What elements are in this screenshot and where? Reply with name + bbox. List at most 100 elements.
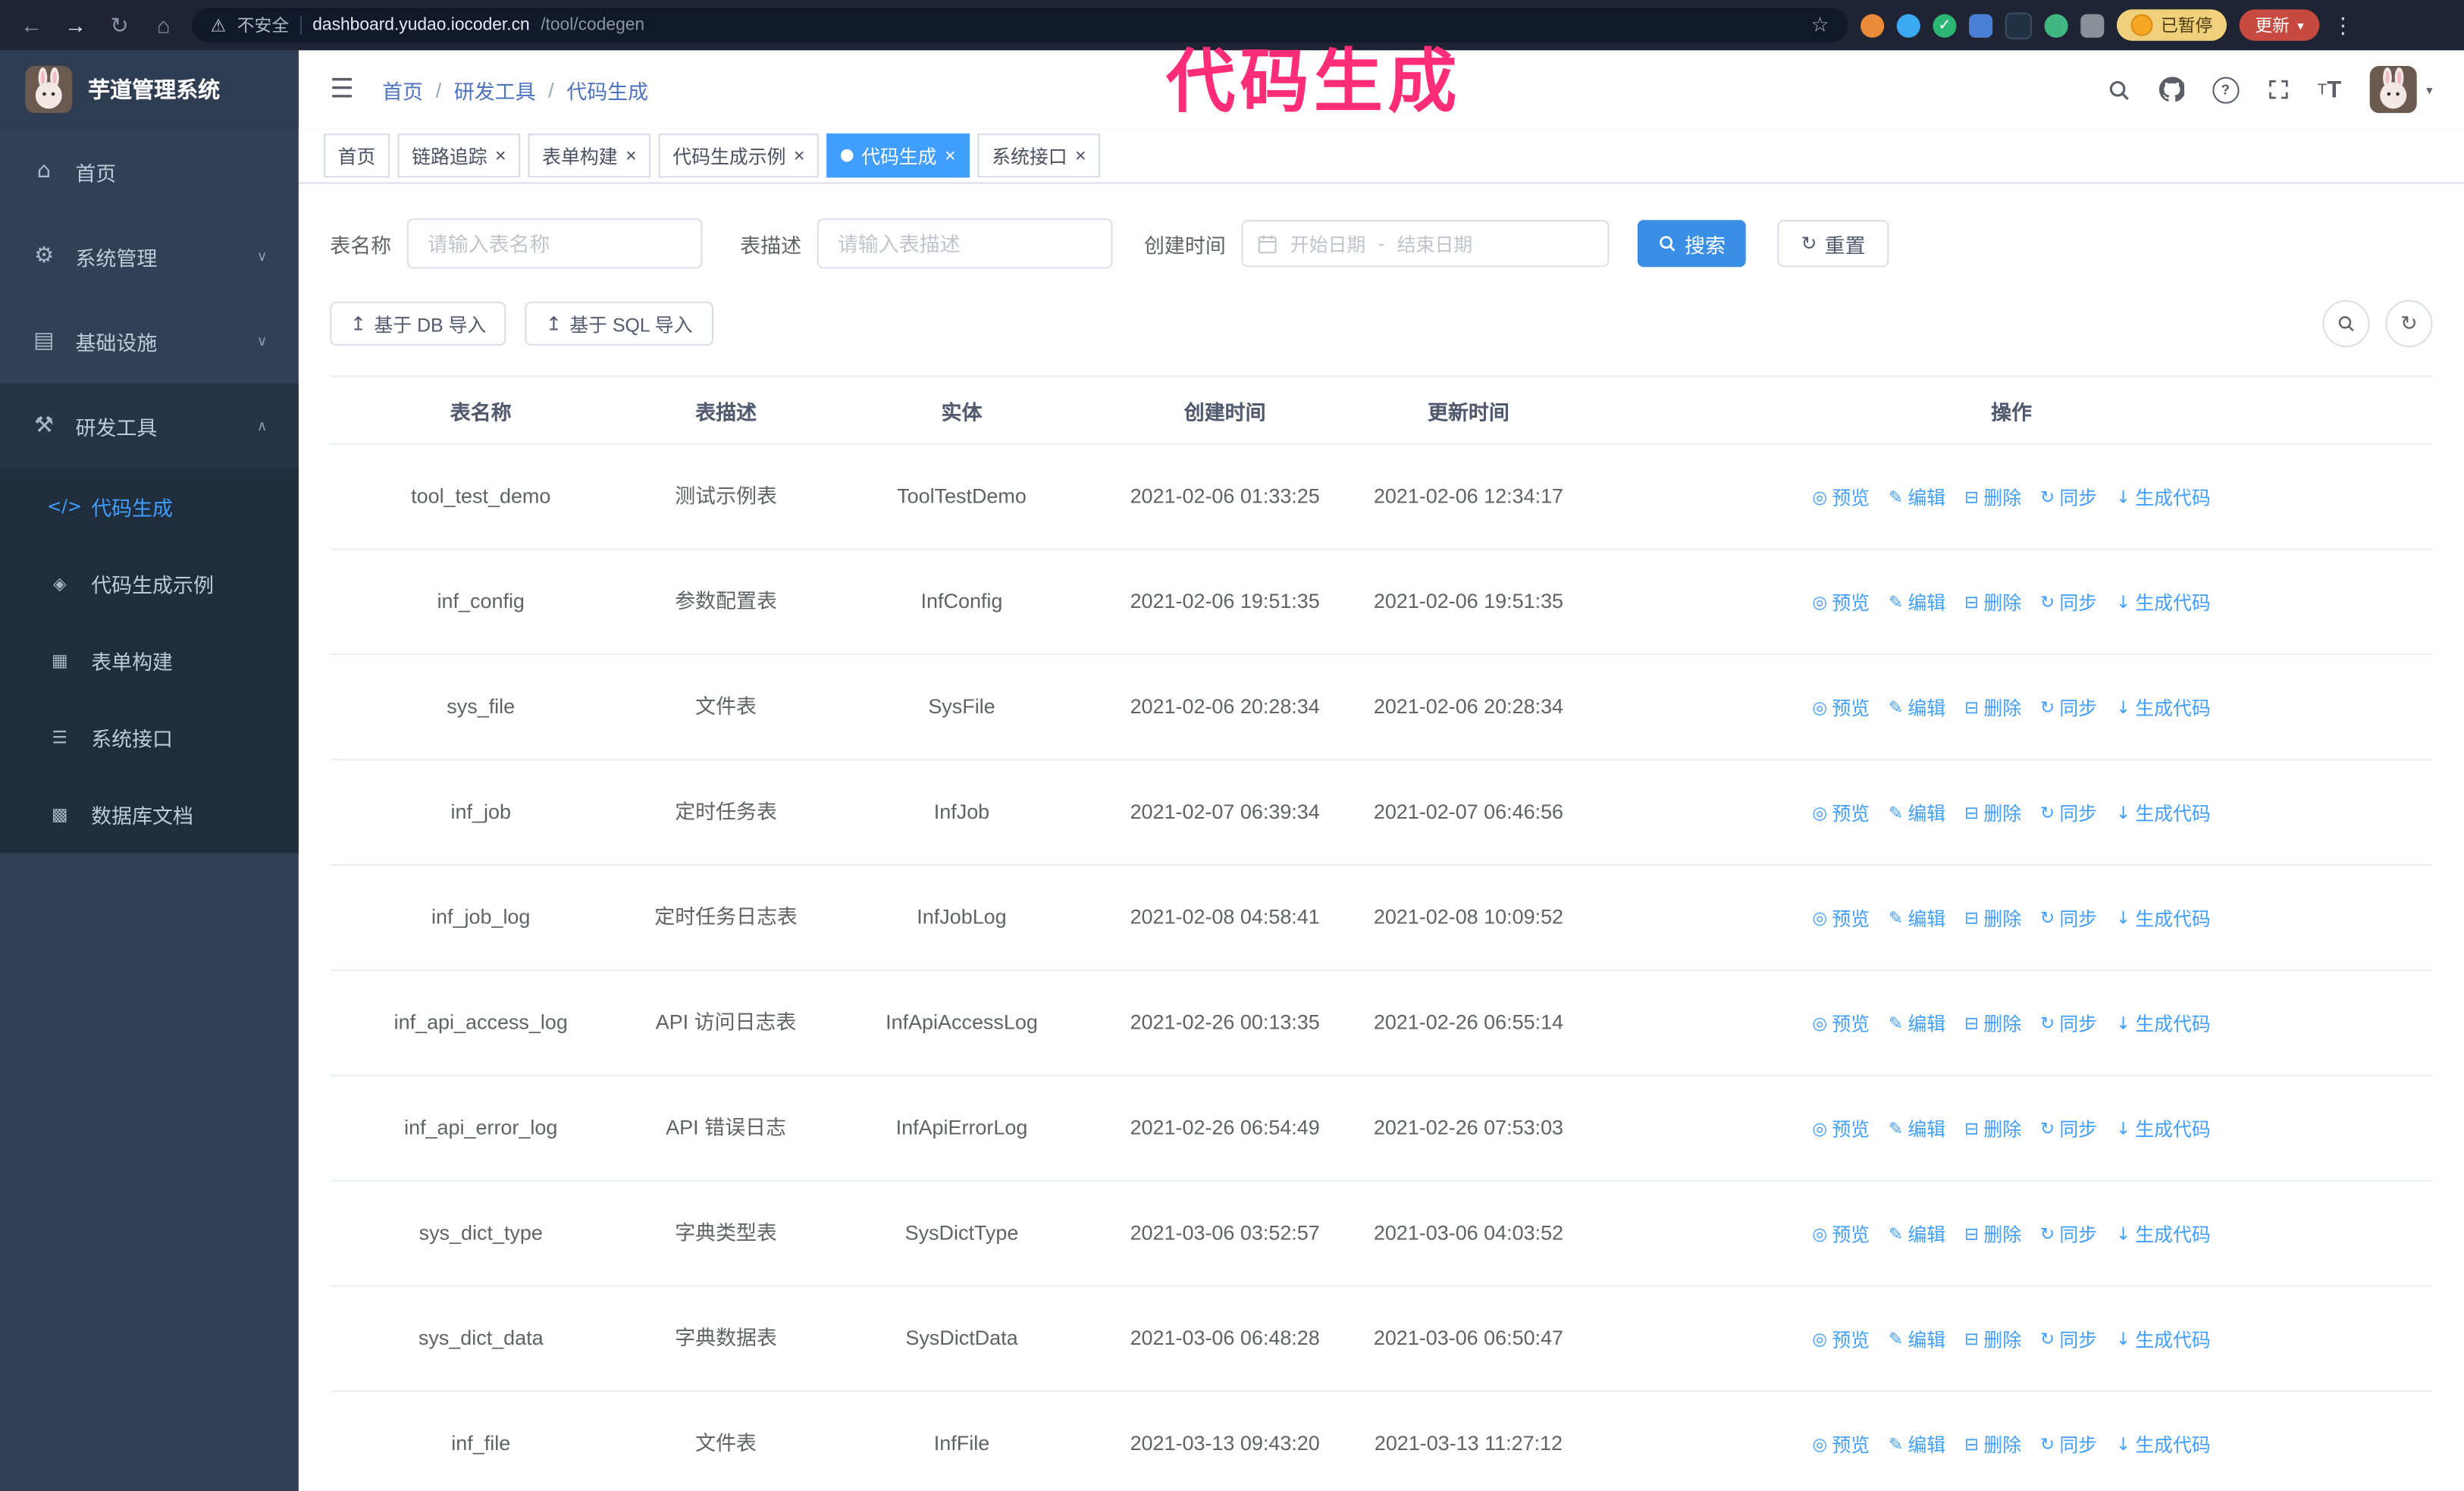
- fullscreen-icon[interactable]: [2267, 79, 2289, 101]
- preview-link[interactable]: ◎ 预览: [1812, 587, 1870, 619]
- sidebar-item-2[interactable]: ▤ 基础设施 ∨: [0, 299, 299, 384]
- sync-link[interactable]: ↻ 同步: [2040, 693, 2097, 725]
- sidebar-item-0[interactable]: ⌂ 首页: [0, 129, 299, 214]
- edit-link[interactable]: ✎ 编辑: [1889, 1008, 1945, 1040]
- delete-link[interactable]: ⊟ 删除: [1964, 1430, 2021, 1461]
- table-desc-input[interactable]: [817, 218, 1113, 269]
- bookmark-star-icon[interactable]: ☆: [1810, 13, 1829, 38]
- font-size-icon[interactable]: TT: [2318, 77, 2342, 103]
- github-icon[interactable]: [2158, 77, 2184, 102]
- close-icon[interactable]: ×: [1075, 146, 1086, 165]
- sidebar-subitem-2[interactable]: ▦ 表单构建: [0, 622, 299, 700]
- delete-link[interactable]: ⊟ 删除: [1964, 482, 2021, 514]
- extension-icon-3[interactable]: ✓: [1933, 13, 1957, 37]
- sidebar-subitem-4[interactable]: ▩ 数据库文档: [0, 776, 299, 854]
- download-link[interactable]: ↓ 生成代码: [2116, 587, 2211, 619]
- delete-link[interactable]: ⊟ 删除: [1964, 798, 2021, 830]
- sidebar-subitem-1[interactable]: ◈ 代码生成示例: [0, 545, 299, 622]
- toggle-search-button[interactable]: [2322, 299, 2370, 348]
- puzzle-extension-icon[interactable]: [2080, 13, 2105, 37]
- download-link[interactable]: ↓ 生成代码: [2116, 693, 2211, 725]
- edit-link[interactable]: ✎ 编辑: [1889, 904, 1945, 935]
- sidebar-item-1[interactable]: ⚙ 系统管理 ∨: [0, 214, 299, 299]
- extension-icon-5[interactable]: [2005, 11, 2033, 39]
- preview-link[interactable]: ◎ 预览: [1812, 798, 1870, 830]
- tab-3[interactable]: 代码生成示例 ×: [658, 133, 820, 178]
- import-sql-button[interactable]: ↥ 基于 SQL 导入: [525, 301, 713, 346]
- sync-link[interactable]: ↻ 同步: [2040, 904, 2097, 935]
- delete-link[interactable]: ⊟ 删除: [1964, 1008, 2021, 1040]
- preview-link[interactable]: ◎ 预览: [1812, 1008, 1870, 1040]
- breadcrumb-item-2[interactable]: 代码生成: [566, 74, 648, 104]
- reset-button[interactable]: ↻ 重置: [1777, 220, 1889, 268]
- extension-icon-4[interactable]: [1969, 13, 1993, 37]
- preview-link[interactable]: ◎ 预览: [1812, 1324, 1870, 1356]
- sidebar-item-3[interactable]: ⚒ 研发工具 ∧: [0, 383, 299, 468]
- tab-0[interactable]: 首页: [323, 133, 390, 178]
- delete-link[interactable]: ⊟ 删除: [1964, 904, 2021, 935]
- preview-link[interactable]: ◎ 预览: [1812, 482, 1870, 514]
- date-range-picker[interactable]: 开始日期 - 结束日期: [1241, 220, 1610, 268]
- date-end-placeholder[interactable]: 结束日期: [1397, 230, 1473, 257]
- download-link[interactable]: ↓ 生成代码: [2116, 904, 2211, 935]
- search-icon[interactable]: [2107, 78, 2130, 102]
- preview-link[interactable]: ◎ 预览: [1812, 1219, 1870, 1251]
- sidebar-subitem-3[interactable]: ☰ 系统接口: [0, 699, 299, 776]
- breadcrumb-item-0[interactable]: 首页: [382, 74, 423, 104]
- extension-icon-1[interactable]: [1861, 13, 1885, 37]
- browser-home-icon[interactable]: ⌂: [148, 13, 179, 38]
- extension-icon-6[interactable]: [2044, 13, 2068, 37]
- paused-badge[interactable]: 已暂停: [2116, 9, 2227, 41]
- download-link[interactable]: ↓ 生成代码: [2116, 1430, 2211, 1461]
- user-avatar[interactable]: ▾: [2369, 66, 2433, 114]
- delete-link[interactable]: ⊟ 删除: [1964, 693, 2021, 725]
- tab-2[interactable]: 表单构建 ×: [528, 133, 651, 178]
- edit-link[interactable]: ✎ 编辑: [1889, 1324, 1945, 1356]
- import-db-button[interactable]: ↥ 基于 DB 导入: [330, 301, 507, 346]
- sync-link[interactable]: ↻ 同步: [2040, 1219, 2097, 1251]
- tab-1[interactable]: 链路追踪 ×: [397, 133, 521, 178]
- edit-link[interactable]: ✎ 编辑: [1889, 482, 1945, 514]
- breadcrumb-item-1[interactable]: 研发工具: [454, 74, 536, 104]
- preview-link[interactable]: ◎ 预览: [1812, 904, 1870, 935]
- download-link[interactable]: ↓ 生成代码: [2116, 1219, 2211, 1251]
- hamburger-icon[interactable]: ☰: [330, 74, 354, 105]
- edit-link[interactable]: ✎ 编辑: [1889, 1430, 1945, 1461]
- refresh-button[interactable]: ↻: [2385, 299, 2433, 348]
- download-link[interactable]: ↓ 生成代码: [2116, 1324, 2211, 1356]
- preview-link[interactable]: ◎ 预览: [1812, 1114, 1870, 1145]
- download-link[interactable]: ↓ 生成代码: [2116, 798, 2211, 830]
- close-icon[interactable]: ×: [625, 146, 637, 165]
- help-icon[interactable]: ?: [2212, 76, 2239, 103]
- delete-link[interactable]: ⊟ 删除: [1964, 1114, 2021, 1145]
- delete-link[interactable]: ⊟ 删除: [1964, 587, 2021, 619]
- tab-4[interactable]: 代码生成 ×: [826, 133, 970, 178]
- edit-link[interactable]: ✎ 编辑: [1889, 1219, 1945, 1251]
- sync-link[interactable]: ↻ 同步: [2040, 482, 2097, 514]
- sync-link[interactable]: ↻ 同步: [2040, 1430, 2097, 1461]
- edit-link[interactable]: ✎ 编辑: [1889, 693, 1945, 725]
- back-icon[interactable]: ←: [16, 13, 47, 38]
- download-link[interactable]: ↓ 生成代码: [2116, 482, 2211, 514]
- download-link[interactable]: ↓ 生成代码: [2116, 1114, 2211, 1145]
- preview-link[interactable]: ◎ 预览: [1812, 1430, 1870, 1461]
- edit-link[interactable]: ✎ 编辑: [1889, 1114, 1945, 1145]
- sync-link[interactable]: ↻ 同步: [2040, 587, 2097, 619]
- update-button[interactable]: 更新 ▾: [2239, 9, 2320, 41]
- delete-link[interactable]: ⊟ 删除: [1964, 1219, 2021, 1251]
- reload-icon[interactable]: ↻: [104, 12, 135, 39]
- sync-link[interactable]: ↻ 同步: [2040, 1114, 2097, 1145]
- preview-link[interactable]: ◎ 预览: [1812, 693, 1870, 725]
- search-button[interactable]: 搜索: [1637, 220, 1746, 268]
- date-start-placeholder[interactable]: 开始日期: [1290, 230, 1366, 257]
- sync-link[interactable]: ↻ 同步: [2040, 1008, 2097, 1040]
- close-icon[interactable]: ×: [794, 146, 805, 165]
- tab-5[interactable]: 系统接口 ×: [977, 133, 1101, 178]
- extension-icon-2[interactable]: [1896, 13, 1920, 37]
- delete-link[interactable]: ⊟ 删除: [1964, 1324, 2021, 1356]
- close-icon[interactable]: ×: [945, 146, 956, 165]
- forward-icon[interactable]: →: [60, 13, 91, 38]
- edit-link[interactable]: ✎ 编辑: [1889, 798, 1945, 830]
- address-bar[interactable]: ⚠ 不安全 dashboard.yudao.iocoder.cn/tool/co…: [191, 8, 1848, 42]
- sync-link[interactable]: ↻ 同步: [2040, 798, 2097, 830]
